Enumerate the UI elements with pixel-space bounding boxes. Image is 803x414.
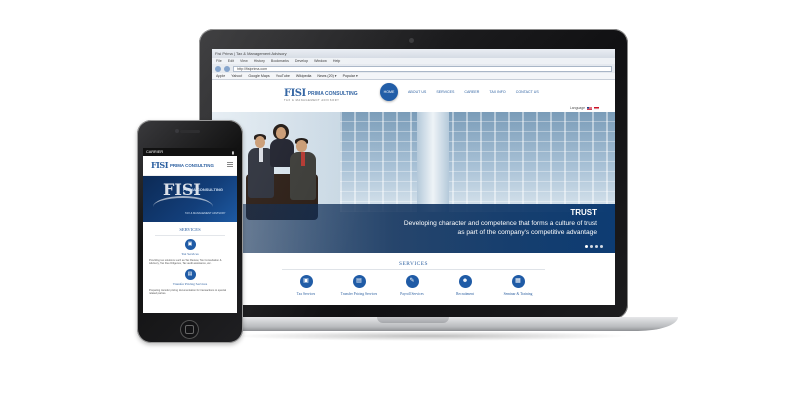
menu-history[interactable]: History xyxy=(254,59,265,63)
menu-help[interactable]: Help xyxy=(333,59,340,63)
address-bar[interactable]: http://fisiprima.com xyxy=(233,65,612,72)
phone-speaker xyxy=(180,130,200,133)
service-tax[interactable]: ▣ Tax Services xyxy=(282,275,330,296)
laptop-camera xyxy=(409,38,414,43)
building-background xyxy=(340,112,615,212)
phone-services-divider xyxy=(155,235,225,236)
document-icon: ▤ xyxy=(352,275,366,288)
phone-logo-text: PRIMA CONSULTING xyxy=(169,162,214,168)
menu-view[interactable]: View xyxy=(240,59,248,63)
laptop-opening-notch xyxy=(377,317,449,323)
phone-service-transfer-pricing[interactable]: ▤ Transfer Pricing Services Preparing tr… xyxy=(143,268,237,296)
slider-dot-2[interactable] xyxy=(590,245,593,248)
forward-icon[interactable] xyxy=(224,65,230,72)
service-transfer-pricing[interactable]: ▤ Transfer Pricing Services xyxy=(335,275,383,296)
logo-mark: FISI xyxy=(284,88,306,99)
battery-icon: ▮ xyxy=(231,150,234,155)
phone-logo-mark: FISI xyxy=(151,160,168,170)
menu-window[interactable]: Window xyxy=(314,59,327,63)
bookmark-yahoo[interactable]: Yahoo! xyxy=(231,74,242,78)
language-label: Language xyxy=(569,106,585,110)
menu-file[interactable]: File xyxy=(216,59,222,63)
phone-service-tax[interactable]: ▣ Tax Services Providing tax solutions s… xyxy=(143,239,237,266)
service-recruitment[interactable]: ☻ Recruitment xyxy=(441,275,489,296)
nav-about-us[interactable]: ABOUT US xyxy=(408,90,426,94)
phone-service-description: Preparing transfer pricing documentation… xyxy=(149,288,226,296)
training-icon: ▦ xyxy=(511,275,525,288)
nav-home[interactable]: HOME xyxy=(380,83,398,101)
language-selector[interactable]: Language xyxy=(570,106,599,110)
services-row: ▣ Tax Services ▤ Transfer Pricing Servic… xyxy=(282,275,542,296)
back-icon[interactable] xyxy=(215,65,221,72)
bookmark-google-maps[interactable]: Google Maps xyxy=(248,74,269,78)
slider-dots xyxy=(585,245,603,248)
carrier-label: CARRIER xyxy=(146,150,164,154)
phone-status-bar: CARRIER ▮ xyxy=(143,148,237,156)
service-label: Tax Services xyxy=(296,292,316,296)
service-label: Payroll Services xyxy=(400,292,424,296)
phone-hero-subtitle: TAX & MANAGEMENT ADVISORY xyxy=(185,212,226,215)
flag-us-icon[interactable] xyxy=(587,106,592,110)
bookmark-apple[interactable]: Apple xyxy=(216,74,225,78)
nav-career[interactable]: CAREER xyxy=(464,90,479,94)
window-title: Fisi Prima | Tax & Management Advisory xyxy=(215,51,287,56)
service-payroll[interactable]: ✎ Payroll Services xyxy=(388,275,436,296)
laptop-lid: Fisi Prima | Tax & Management Advisory F… xyxy=(199,29,628,319)
phone-services-title: SERVICES xyxy=(179,227,201,232)
phone-hero-banner: FISI PRIMA CONSULTING TAX & MANAGEMENT A… xyxy=(143,176,237,222)
bookmark-youtube[interactable]: YouTube xyxy=(276,74,290,78)
menu-develop[interactable]: Develop xyxy=(295,59,308,63)
slider-dot-3[interactable] xyxy=(595,245,598,248)
hero-line-2: as part of the company's competitive adv… xyxy=(457,229,597,236)
phone-site-logo[interactable]: FISI PRIMA CONSULTING xyxy=(151,160,214,170)
services-divider xyxy=(282,269,545,270)
service-label: Transfer Pricing Services xyxy=(340,292,378,296)
flag-indonesia-icon[interactable] xyxy=(594,106,599,110)
nav-contact-us[interactable]: CONTACT US xyxy=(516,90,539,94)
bookmark-popular[interactable]: Popular ▾ xyxy=(343,74,358,78)
nav-tax-info[interactable]: TAX INFO xyxy=(489,90,505,94)
hero-title: TRUST xyxy=(570,208,597,217)
nav-services[interactable]: SERVICES xyxy=(436,90,454,94)
bookmark-wikipedia[interactable]: Wikipedia xyxy=(296,74,312,78)
laptop-shadow xyxy=(230,331,630,341)
home-button-icon xyxy=(185,325,194,334)
bookmarks-bar: Apple Yahoo! Google Maps YouTube Wikiped… xyxy=(212,73,615,80)
building-glass-column xyxy=(417,112,449,212)
smartphone: CARRIER ▮ FISI PRIMA CONSULTING FISI PRI… xyxy=(137,120,243,343)
hero-banner: TRUST Developing character and competenc… xyxy=(212,112,615,253)
people-icon: ☻ xyxy=(458,275,472,288)
document-icon: ▤ xyxy=(184,268,196,280)
bookmark-news[interactable]: News (20) ▾ xyxy=(317,74,336,78)
phone-camera xyxy=(175,129,179,133)
browser-title-bar: Fisi Prima | Tax & Management Advisory xyxy=(212,49,615,58)
service-training[interactable]: ▦ Seminar & Training xyxy=(494,275,542,296)
phone-service-description: Providing tax solutions such as Tax Revi… xyxy=(149,259,222,266)
service-label: Recruitment xyxy=(456,292,474,296)
menu-edit[interactable]: Edit xyxy=(228,59,234,63)
site-logo[interactable]: FISI PRIMA CONSULTING xyxy=(284,88,358,99)
hero-line-1: Developing character and competence that… xyxy=(403,220,597,227)
payroll-icon: ✎ xyxy=(405,275,419,288)
main-nav: HOME ABOUT US SERVICES CAREER TAX INFO C… xyxy=(380,83,539,101)
laptop-screen: Fisi Prima | Tax & Management Advisory F… xyxy=(212,49,615,305)
briefcase-icon: ▣ xyxy=(184,239,196,250)
phone-screen: CARRIER ▮ FISI PRIMA CONSULTING FISI PRI… xyxy=(143,148,237,313)
service-label: Seminar & Training xyxy=(503,292,533,296)
hamburger-menu-icon[interactable] xyxy=(227,162,233,167)
services-title: SERVICES xyxy=(398,261,429,267)
phone-hero-text: PRIMA CONSULTING xyxy=(183,187,223,192)
briefcase-icon: ▣ xyxy=(299,275,313,288)
phone-site-header: FISI PRIMA CONSULTING xyxy=(143,156,237,176)
site-header: FISI PRIMA CONSULTING TAX & MANAGEMENT A… xyxy=(212,80,615,112)
logo-subtitle: TAX & MANAGEMENT ADVISORY xyxy=(284,99,340,102)
menu-bookmarks[interactable]: Bookmarks xyxy=(271,59,289,63)
logo-text: PRIMA CONSULTING xyxy=(307,90,358,97)
browser-toolbar: http://fisiprima.com xyxy=(212,64,615,73)
services-section: SERVICES ▣ Tax Services ▤ Transfer Prici… xyxy=(212,253,615,305)
slider-dot-4[interactable] xyxy=(600,245,603,248)
slider-dot-1[interactable] xyxy=(585,245,588,248)
